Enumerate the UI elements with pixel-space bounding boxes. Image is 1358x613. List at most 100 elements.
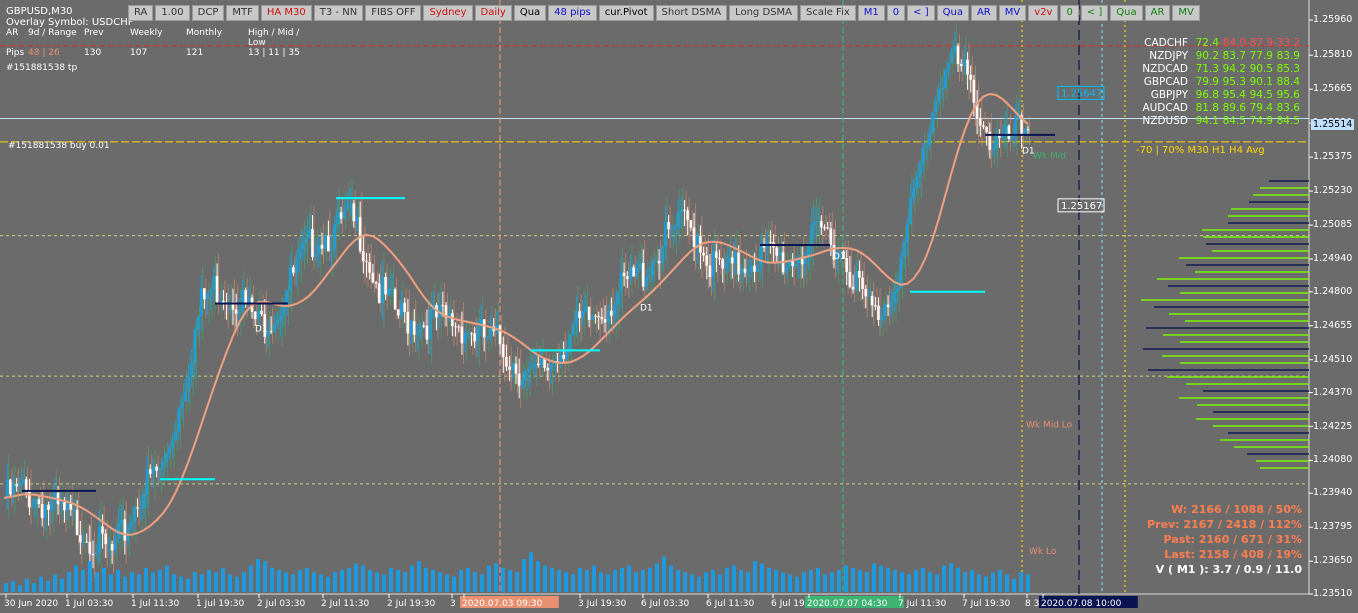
candle-body xyxy=(813,222,817,225)
toolbar-button-13[interactable]: Long DSMA xyxy=(729,5,798,21)
candle-body xyxy=(298,249,302,259)
time-tick-label: 3 xyxy=(450,599,456,609)
volume-bar xyxy=(508,570,512,592)
candle-body xyxy=(603,319,607,323)
volume-profile-bar xyxy=(1141,299,1309,301)
candle-body xyxy=(498,325,502,345)
toolbar-button-24[interactable]: Qua xyxy=(1110,5,1143,21)
toolbar-button-17[interactable]: < ] xyxy=(907,5,935,21)
toolbar-button-7[interactable]: Sydney xyxy=(423,5,473,21)
toolbar-button-11[interactable]: cur.Pivot xyxy=(598,5,654,21)
candle-body xyxy=(133,507,136,522)
candle-body xyxy=(530,367,534,370)
volume-bar xyxy=(326,576,330,592)
toolbar-button-8[interactable]: Daily xyxy=(474,5,512,21)
volume-bar xyxy=(578,567,582,592)
candle-body xyxy=(482,319,486,338)
volume-bar xyxy=(249,565,253,592)
toolbar-button-15[interactable]: M1 xyxy=(857,5,885,21)
candle-body xyxy=(759,244,763,268)
candle-body xyxy=(823,227,826,229)
volume-bar xyxy=(921,567,925,592)
candle-body xyxy=(517,373,521,386)
price-marker-label: 1.25167 xyxy=(1061,201,1102,212)
volume-bar xyxy=(606,574,610,592)
volume-bar xyxy=(144,567,148,592)
candle-body xyxy=(307,229,311,238)
candle-body xyxy=(352,203,356,222)
volume-bar xyxy=(235,576,239,592)
price-scale[interactable]: 1.259601.258101.256651.255201.253751.252… xyxy=(1309,0,1358,599)
toolbar-button-3[interactable]: MTF xyxy=(226,5,259,21)
toolbar-button-0[interactable]: RA xyxy=(128,5,154,21)
pair-value: 84.5 xyxy=(1222,115,1246,127)
candle-body xyxy=(918,164,922,178)
pair-value: 90.2 xyxy=(1195,50,1219,62)
toolbar-button-14[interactable]: Scale Fix xyxy=(799,5,856,21)
candle-body xyxy=(44,504,47,519)
toolbar-button-18[interactable]: Qua xyxy=(936,5,969,21)
candle-body xyxy=(403,302,406,312)
volume-bar xyxy=(543,565,547,592)
volume-bar xyxy=(711,570,715,592)
price-tick-label: 1.24370 xyxy=(1313,386,1353,398)
candle-body xyxy=(711,251,715,278)
candle-body xyxy=(368,262,372,273)
toolbar-button-4[interactable]: HA M30 xyxy=(260,5,312,21)
volume-profile-bar xyxy=(1157,278,1309,280)
toolbar-button-19[interactable]: AR xyxy=(970,5,997,21)
toolbar-button-26[interactable]: MV xyxy=(1172,5,1200,21)
candle-body xyxy=(12,483,15,495)
toolbar-button-16[interactable]: 0 xyxy=(886,5,906,21)
pair-value: -33.2 xyxy=(1273,37,1301,49)
volume-profile-bar xyxy=(1256,460,1309,462)
volume-bar xyxy=(564,572,568,592)
candle-body xyxy=(82,541,85,543)
candle-body xyxy=(409,321,413,334)
candle-body xyxy=(501,344,505,357)
candle-body xyxy=(161,461,165,469)
candle-body xyxy=(511,363,515,370)
volume-bar xyxy=(928,572,932,592)
toolbar-button-25[interactable]: AR xyxy=(1144,5,1171,21)
candle-body xyxy=(648,275,651,278)
price-tick-label: 1.25810 xyxy=(1313,49,1353,61)
toolbar-button-12[interactable]: Short DSMA xyxy=(655,5,728,21)
candle-body xyxy=(683,209,686,211)
toolbar-button-6[interactable]: FIBS OFF xyxy=(365,5,422,21)
pair-value: 81.8 xyxy=(1195,102,1219,114)
candle-body xyxy=(387,289,391,295)
toolbar-button-5[interactable]: T3 - NN xyxy=(313,5,364,21)
volume-bar xyxy=(11,581,15,592)
price-tick-label: 1.23510 xyxy=(1313,588,1353,599)
candle-body xyxy=(320,244,324,249)
volume-profile-bar xyxy=(1186,264,1309,266)
toolbar-button-1[interactable]: 1.00 xyxy=(155,5,190,21)
candle-body xyxy=(651,261,655,276)
toolbar-button-2[interactable]: DCP xyxy=(191,5,225,21)
candle-body xyxy=(164,453,168,462)
toolbar-button-10[interactable]: 48 pips xyxy=(548,5,597,21)
toolbar-button-21[interactable]: v2v xyxy=(1028,5,1059,21)
candle-body xyxy=(59,502,63,505)
stats-past: Past: 2160 / 671 / 31% xyxy=(1163,533,1302,546)
volume-bar xyxy=(4,583,8,592)
toolbar-button-9[interactable]: Qua xyxy=(513,5,547,21)
volume-bar xyxy=(347,567,351,592)
volume-bar xyxy=(914,570,918,592)
volume-bar xyxy=(977,574,981,592)
time-tick-label: 6 Jul 19 xyxy=(771,599,805,609)
pair-value: 90.1 xyxy=(1249,76,1273,88)
candle-body xyxy=(819,220,823,228)
current-price-tag: 1.25514 xyxy=(1311,118,1355,130)
candle-body xyxy=(657,261,661,264)
price-tick-label: 1.25230 xyxy=(1313,185,1353,197)
volume-bar xyxy=(452,576,456,592)
volume-bar xyxy=(963,572,967,592)
pair-value: 74.9 xyxy=(1249,115,1273,127)
toolbar-button-22[interactable]: 0 xyxy=(1060,5,1079,21)
volume-bar xyxy=(74,565,78,592)
toolbar-button-20[interactable]: MV xyxy=(998,5,1027,21)
volume-bar xyxy=(179,576,183,592)
toolbar-button-23[interactable]: < ] xyxy=(1080,5,1109,21)
